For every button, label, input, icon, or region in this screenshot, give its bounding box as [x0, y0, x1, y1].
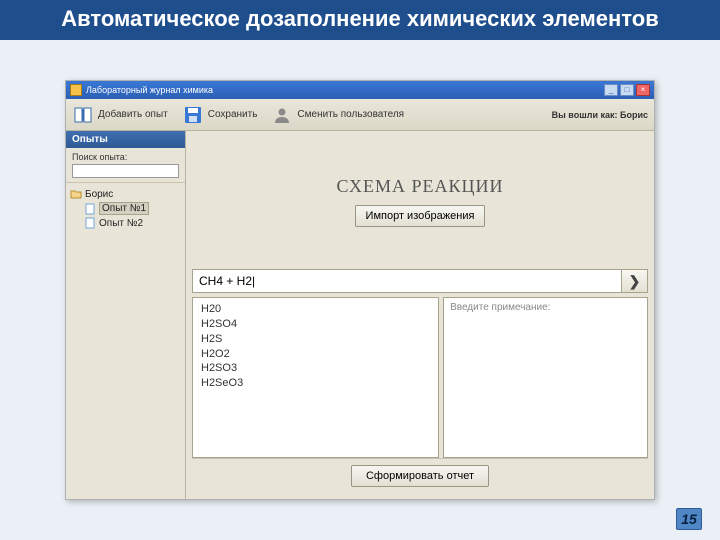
- lower-panels: H20 H2SO4 H2S H2O2 H2SO3 H2SeO3 Введите …: [192, 297, 648, 458]
- list-item[interactable]: H2S: [201, 332, 430, 347]
- sidebar: Опыты Поиск опыта: Борис Опыт №1: [66, 131, 186, 499]
- content-area: Опыты Поиск опыта: Борис Опыт №1: [66, 131, 654, 499]
- tree-item-label: Опыт №1: [99, 202, 149, 215]
- notebook-icon: [72, 105, 94, 125]
- toolbar: Добавить опыт Сохранить Сменить пользова…: [66, 99, 654, 131]
- footer: Сформировать отчет: [192, 458, 648, 493]
- slide-title: Автоматическое дозаполнение химических э…: [0, 0, 720, 40]
- scheme-title: СХЕМА РЕАКЦИИ: [336, 176, 503, 197]
- list-item[interactable]: H2SO3: [201, 361, 430, 376]
- window-titlebar: Лабораторный журнал химика _ □ ×: [66, 81, 654, 99]
- list-item[interactable]: H2SO4: [201, 317, 430, 332]
- chevron-right-icon: ❯: [629, 273, 641, 290]
- app-icon: [70, 84, 82, 96]
- maximize-button[interactable]: □: [620, 84, 634, 96]
- formula-input[interactable]: CH4 + H2|: [192, 269, 622, 293]
- formula-row: CH4 + H2| ❯: [192, 269, 648, 293]
- import-image-button[interactable]: Импорт изображения: [355, 205, 486, 227]
- submit-formula-button[interactable]: ❯: [622, 269, 648, 293]
- sidebar-header: Опыты: [66, 131, 185, 148]
- list-item[interactable]: H2O2: [201, 347, 430, 362]
- search-label: Поиск опыта:: [72, 152, 179, 162]
- list-item[interactable]: H2SeO3: [201, 376, 430, 391]
- search-block: Поиск опыта:: [66, 148, 185, 183]
- user-icon: [271, 105, 293, 125]
- window-title: Лабораторный журнал химика: [86, 85, 213, 95]
- autocomplete-list[interactable]: H20 H2SO4 H2S H2O2 H2SO3 H2SeO3: [192, 297, 439, 458]
- file-icon: [84, 203, 96, 215]
- search-input[interactable]: [72, 164, 179, 178]
- tree-item-label: Опыт №2: [99, 218, 143, 229]
- close-button[interactable]: ×: [636, 84, 650, 96]
- folder-icon: [70, 188, 82, 200]
- switch-user-button[interactable]: Сменить пользователя: [271, 105, 404, 125]
- main-panel: СХЕМА РЕАКЦИИ Импорт изображения CH4 + H…: [186, 131, 654, 499]
- slide-number: 15: [676, 508, 702, 530]
- reaction-scheme-area: СХЕМА РЕАКЦИИ Импорт изображения: [192, 137, 648, 265]
- list-item[interactable]: H20: [201, 302, 430, 317]
- logged-in-label: Вы вошли как: Борис: [552, 110, 648, 120]
- add-experiment-button[interactable]: Добавить опыт: [72, 105, 168, 125]
- file-icon: [84, 217, 96, 229]
- note-textarea[interactable]: Введите примечание:: [443, 297, 648, 458]
- tree-item[interactable]: Опыт №1: [70, 201, 181, 216]
- tree-root[interactable]: Борис: [70, 187, 181, 201]
- app-window: Лабораторный журнал химика _ □ × Добавит…: [65, 80, 655, 500]
- experiment-tree[interactable]: Борис Опыт №1 Опыт №2: [66, 183, 185, 234]
- tree-item[interactable]: Опыт №2: [70, 216, 181, 230]
- generate-report-button[interactable]: Сформировать отчет: [351, 465, 489, 487]
- save-button[interactable]: Сохранить: [182, 105, 258, 125]
- floppy-icon: [182, 105, 204, 125]
- minimize-button[interactable]: _: [604, 84, 618, 96]
